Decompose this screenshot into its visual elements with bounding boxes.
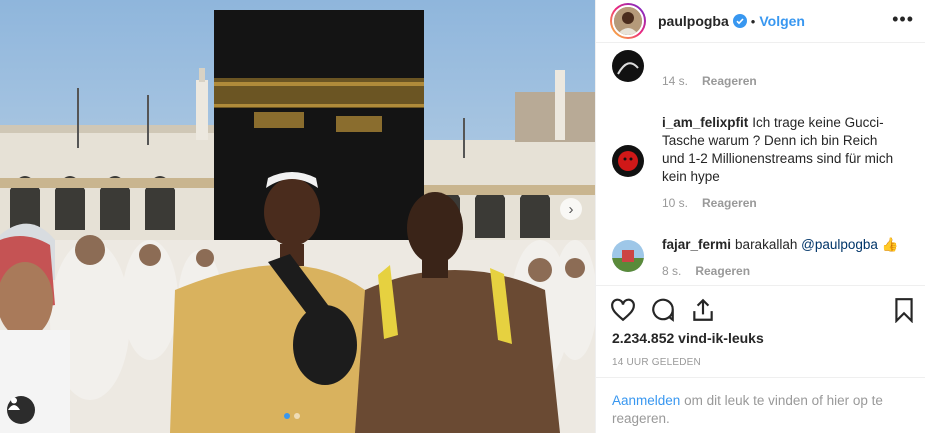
action-bar	[596, 285, 925, 331]
share-icon[interactable]	[690, 297, 716, 323]
bookmark-icon[interactable]	[891, 297, 917, 323]
post-header: paulpogba • Volgen •••	[596, 0, 925, 43]
next-photo-button[interactable]: ›	[560, 198, 582, 220]
commenter-username[interactable]: fajar_fermi	[662, 237, 731, 252]
reply-button[interactable]: Reageren	[702, 74, 757, 88]
author-avatar[interactable]	[610, 3, 646, 39]
comment-meta: 14 s. Reageren	[662, 72, 902, 90]
comment-meta: 8 s. Reageren	[662, 262, 902, 280]
thumbs-up-emoji: 👍	[881, 237, 899, 252]
user-tag-button[interactable]	[7, 396, 35, 424]
login-link[interactable]: Aanmelden	[612, 393, 680, 408]
carousel-dot	[294, 413, 300, 419]
comment-meta: 10 s. Reageren	[662, 194, 902, 212]
commenter-avatar[interactable]	[612, 145, 644, 177]
commenter-avatar[interactable]	[612, 240, 644, 272]
photo-scene	[0, 0, 595, 433]
comment-text-block: i_am_felixpfit Ich trage keine Gucci-Tasc…	[662, 114, 902, 186]
user-tag-icon	[8, 397, 20, 410]
comments-list[interactable]: 14 s. Reageren i_am_felixpfit Ich trage ke…	[596, 44, 925, 285]
carousel-dots	[284, 413, 300, 419]
more-options-button[interactable]: •••	[892, 10, 914, 28]
heart-icon[interactable]	[610, 297, 636, 323]
post-side-panel: paulpogba • Volgen ••• 14 s. Reageren i_…	[595, 0, 925, 433]
login-prompt: Aanmelden om dit leuk te vinden of hier …	[596, 377, 925, 433]
reply-button[interactable]: Reageren	[702, 196, 757, 210]
comment-text-block: fajar_fermi barakallah @paulpogba 👍	[662, 236, 902, 254]
comment-time: 8 s.	[662, 264, 682, 278]
commenter-username[interactable]: i_am_felixpfit	[662, 115, 748, 130]
chevron-right-icon: ›	[568, 200, 574, 218]
comment-icon[interactable]	[650, 297, 676, 323]
verified-badge-icon	[732, 14, 747, 28]
comment-time: 10 s.	[662, 196, 689, 210]
commenter-avatar[interactable]	[612, 50, 644, 82]
comment-time: 14 s.	[662, 74, 689, 88]
comment-text: barakallah	[735, 237, 798, 252]
header-separator: •	[750, 13, 756, 29]
author-username[interactable]: paulpogba	[658, 13, 729, 29]
carousel-dot-active	[284, 413, 290, 419]
likes-count[interactable]: 2.234.852 vind-ik-leuks	[612, 330, 764, 346]
reply-button[interactable]: Reageren	[695, 264, 750, 278]
post-photo[interactable]: ›	[0, 0, 595, 433]
follow-button[interactable]: Volgen	[759, 13, 805, 29]
post-timestamp[interactable]: 14 UUR GELEDEN	[612, 357, 701, 368]
comment-mention-link[interactable]: @paulpogba	[801, 237, 878, 252]
author-avatar-image	[612, 5, 644, 37]
